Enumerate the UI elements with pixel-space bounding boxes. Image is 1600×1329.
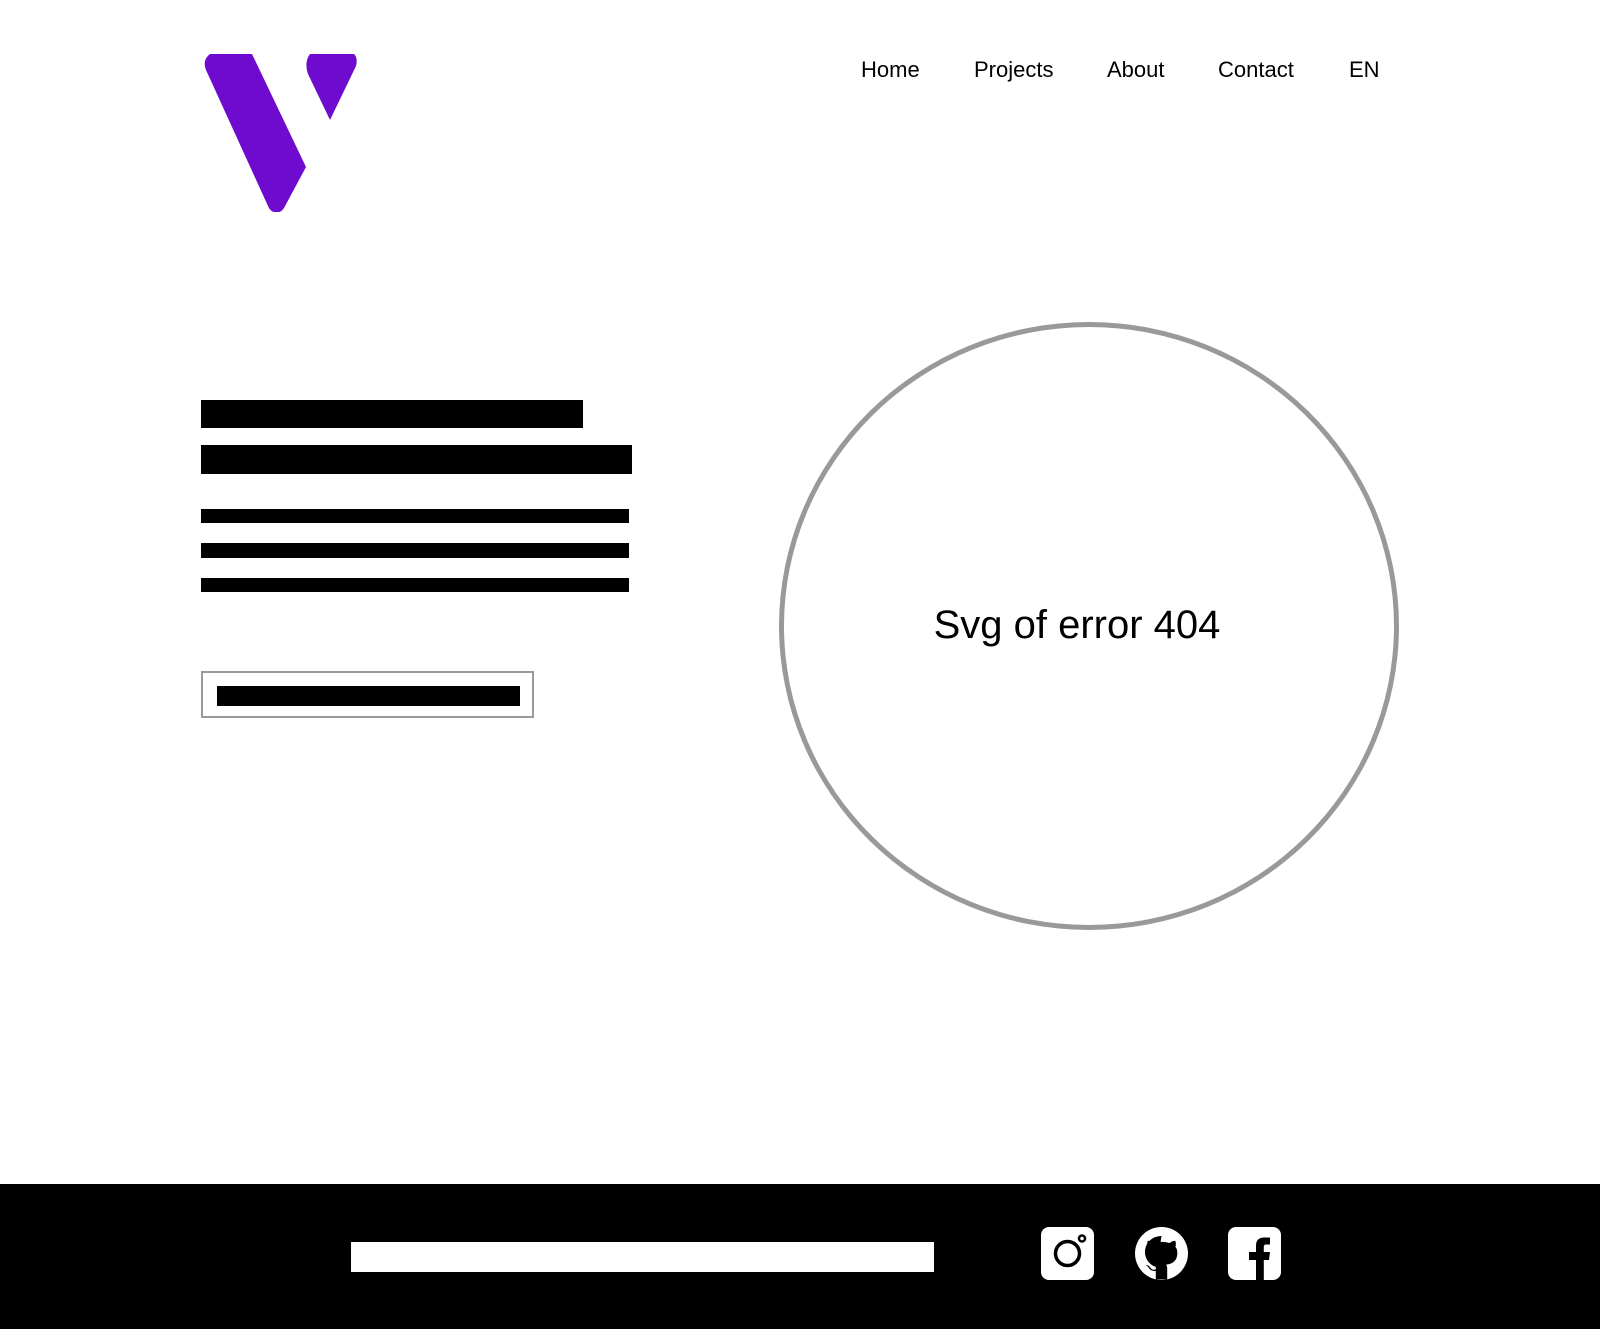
language-switcher[interactable]: EN [1349,54,1380,86]
footer [0,1184,1600,1329]
main-nav: Home Projects About Contact EN [0,54,1600,86]
facebook-link[interactable] [1228,1227,1281,1280]
instagram-icon [1041,1227,1094,1280]
nav-link-home[interactable]: Home [861,54,920,86]
paragraph-placeholder-line [201,543,629,558]
instagram-link[interactable] [1041,1227,1094,1280]
cta-button[interactable] [201,671,534,718]
nav-link-contact[interactable]: Contact [1218,54,1294,86]
illustration-label: Svg of error 404 [933,603,1221,647]
heading-placeholder-line [201,400,583,428]
nav-link-projects[interactable]: Projects [974,54,1053,86]
page: Home Projects About Contact EN Svg of er… [0,0,1600,1329]
nav-link-about[interactable]: About [1107,54,1165,86]
github-icon [1135,1227,1188,1280]
paragraph-placeholder-line [201,509,629,523]
facebook-icon [1228,1227,1281,1280]
heading-placeholder-line [201,445,632,474]
footer-text-placeholder [351,1242,934,1272]
error-illustration: Svg of error 404 [779,322,1399,930]
github-link[interactable] [1135,1227,1188,1280]
paragraph-placeholder-line [201,578,629,592]
cta-button-label-placeholder [217,686,520,706]
